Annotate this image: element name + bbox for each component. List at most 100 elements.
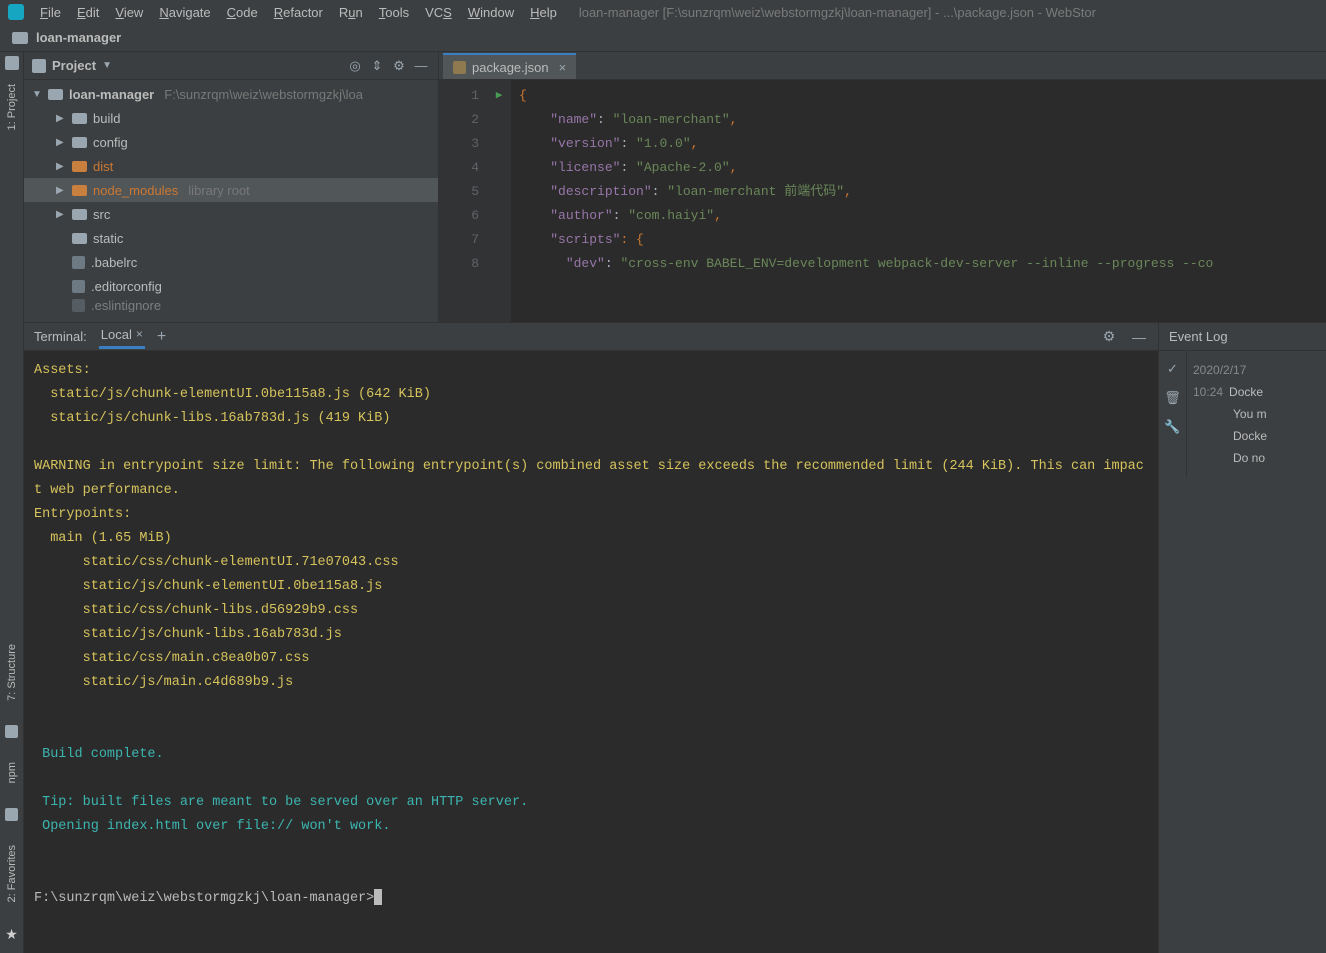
tree-item-static[interactable]: static <box>24 226 438 250</box>
tree-item-src[interactable]: ▶src <box>24 202 438 226</box>
editor-tab-label: package.json <box>472 60 549 75</box>
hide-icon[interactable]: — <box>412 57 430 75</box>
event-log-entry[interactable]: 10:24 Docke <box>1193 381 1320 403</box>
project-view-icon <box>32 59 46 73</box>
tree-root-path: F:\sunzrqm\weiz\webstormgzkj\loa <box>164 87 363 102</box>
file-icon <box>72 299 85 312</box>
terminal-label: Terminal: <box>34 329 87 344</box>
terminal-hide-icon[interactable]: — <box>1130 329 1148 345</box>
menubar: FileEditViewNavigateCodeRefactorRunTools… <box>0 0 1326 24</box>
project-tool-icon[interactable] <box>5 56 19 70</box>
file-icon <box>72 280 85 293</box>
tree-item-editorconfig[interactable]: .editorconfig <box>24 274 438 298</box>
event-log-title[interactable]: Event Log <box>1159 323 1326 351</box>
menu-vcs[interactable]: VCS <box>417 3 460 22</box>
menu-code[interactable]: Code <box>219 3 266 22</box>
menu-tools[interactable]: Tools <box>371 3 417 22</box>
tree-item-label: build <box>93 111 120 126</box>
npm-tool-button[interactable]: npm <box>6 756 18 789</box>
favorites-star-icon[interactable]: ★ <box>5 926 18 943</box>
project-panel-title[interactable]: Project <box>52 58 96 73</box>
folder-icon <box>48 89 63 100</box>
menu-edit[interactable]: Edit <box>69 3 107 22</box>
structure-tool-button[interactable]: 7: Structure <box>6 638 18 707</box>
tree-item-build[interactable]: ▶ build <box>24 106 438 130</box>
file-icon <box>72 256 85 269</box>
event-text: Docke <box>1229 381 1263 403</box>
check-icon[interactable]: ✓ <box>1165 361 1180 376</box>
wrench-icon[interactable]: 🔧 <box>1165 419 1180 434</box>
event-time: 10:24 <box>1193 381 1223 403</box>
new-terminal-button[interactable]: + <box>157 328 166 346</box>
code-content[interactable]: { "name": "loan-merchant", "version": "1… <box>511 80 1326 322</box>
menu-view[interactable]: View <box>107 3 151 22</box>
event-log-toolbar: ✓ 🗑 🔧 <box>1159 351 1187 477</box>
chevron-down-icon[interactable]: ▼ <box>32 89 42 100</box>
event-log-entry[interactable]: Docke <box>1193 425 1320 447</box>
terminal-tab-label: Local <box>101 327 132 342</box>
collapse-icon[interactable]: ⇕ <box>368 57 386 75</box>
event-text: Docke <box>1233 425 1267 447</box>
tree-item-label: .eslintignore <box>91 298 161 312</box>
event-log-panel: Event Log ✓ 🗑 🔧 2020/2/17 10:24 DockeYou … <box>1158 322 1326 953</box>
terminal-output[interactable]: Assets: static/js/chunk-elementUI.0be115… <box>24 351 1158 919</box>
npm-tool-icon[interactable] <box>5 808 18 821</box>
tree-item-eslintignore[interactable]: .eslintignore <box>24 298 438 312</box>
tree-item-dist[interactable]: ▶dist <box>24 154 438 178</box>
main-split: Project ▼ ◎ ⇕ ⚙ — ▼ loan-manager F:\sunz… <box>24 52 1326 322</box>
tree-item-hint: library root <box>188 183 249 198</box>
tree-item-label: .editorconfig <box>91 279 162 294</box>
tree-item-node_modules[interactable]: ▶ node_modules library root <box>24 178 438 202</box>
trash-icon[interactable]: 🗑 <box>1165 390 1180 405</box>
terminal-settings-icon[interactable]: ⚙ <box>1100 328 1118 345</box>
folder-icon <box>12 32 28 44</box>
terminal-tab-local[interactable]: Local × <box>99 325 145 349</box>
tree-item-label: config <box>93 135 128 150</box>
close-icon[interactable]: × <box>136 327 143 341</box>
menu-refactor[interactable]: Refactor <box>266 3 331 22</box>
tree-root-name: loan-manager <box>69 87 154 102</box>
event-text: You m <box>1233 403 1267 425</box>
run-gutter: ▶ <box>487 80 511 322</box>
chevron-right-icon[interactable]: ▶ <box>56 209 66 220</box>
chevron-right-icon[interactable]: ▶ <box>56 137 66 148</box>
left-tool-stripe-top: 1: Project <box>0 52 24 322</box>
folder-icon <box>72 161 87 172</box>
menu-file[interactable]: File <box>32 3 69 22</box>
left-tool-stripe-bottom: 7: Structure npm 2: Favorites ★ <box>0 322 24 953</box>
menu-help[interactable]: Help <box>522 3 565 22</box>
project-panel-header: Project ▼ ◎ ⇕ ⚙ — <box>24 52 438 80</box>
json-file-icon <box>453 61 466 74</box>
project-tool-button[interactable]: 1: Project <box>6 78 18 136</box>
menu-window[interactable]: Window <box>460 3 522 22</box>
locate-icon[interactable]: ◎ <box>346 57 364 75</box>
editor-tab-packagejson[interactable]: package.json × <box>443 53 576 79</box>
tree-root[interactable]: ▼ loan-manager F:\sunzrqm\weiz\webstormg… <box>24 82 438 106</box>
line-number-gutter: 12345678 <box>439 80 487 322</box>
editor-area: package.json × 12345678 ▶ { "name": "loa… <box>439 52 1326 322</box>
event-log-content: 2020/2/17 10:24DockeYou mDockeDo no <box>1187 351 1326 477</box>
settings-icon[interactable]: ⚙ <box>390 57 408 75</box>
tree-item-config[interactable]: ▶ config <box>24 130 438 154</box>
tree-item-babelrc[interactable]: .babelrc <box>24 250 438 274</box>
favorites-tool-button[interactable]: 2: Favorites <box>6 839 18 908</box>
menu-navigate[interactable]: Navigate <box>151 3 218 22</box>
breadcrumb-project[interactable]: loan-manager <box>36 30 121 45</box>
editor-body[interactable]: 12345678 ▶ { "name": "loan-merchant", "v… <box>439 80 1326 322</box>
folder-icon <box>72 209 87 220</box>
chevron-right-icon[interactable]: ▶ <box>56 113 66 124</box>
chevron-right-icon[interactable]: ▶ <box>56 161 66 172</box>
event-log-entry[interactable]: Do no <box>1193 447 1320 469</box>
folder-icon <box>72 113 87 124</box>
structure-tool-icon[interactable] <box>5 725 18 738</box>
close-icon[interactable]: × <box>559 60 567 75</box>
tree-item-label: .babelrc <box>91 255 137 270</box>
project-dropdown-icon[interactable]: ▼ <box>102 60 112 71</box>
chevron-right-icon[interactable]: ▶ <box>56 185 66 196</box>
tree-item-label: node_modules <box>93 183 178 198</box>
menu-run[interactable]: Run <box>331 3 371 22</box>
terminal-prompt[interactable]: F:\sunzrqm\weiz\webstormgzkj\loan-manage… <box>34 887 1148 911</box>
event-log-entry[interactable]: You m <box>1193 403 1320 425</box>
project-tree: ▼ loan-manager F:\sunzrqm\weiz\webstormg… <box>24 80 438 322</box>
event-log-date: 2020/2/17 <box>1193 359 1320 381</box>
